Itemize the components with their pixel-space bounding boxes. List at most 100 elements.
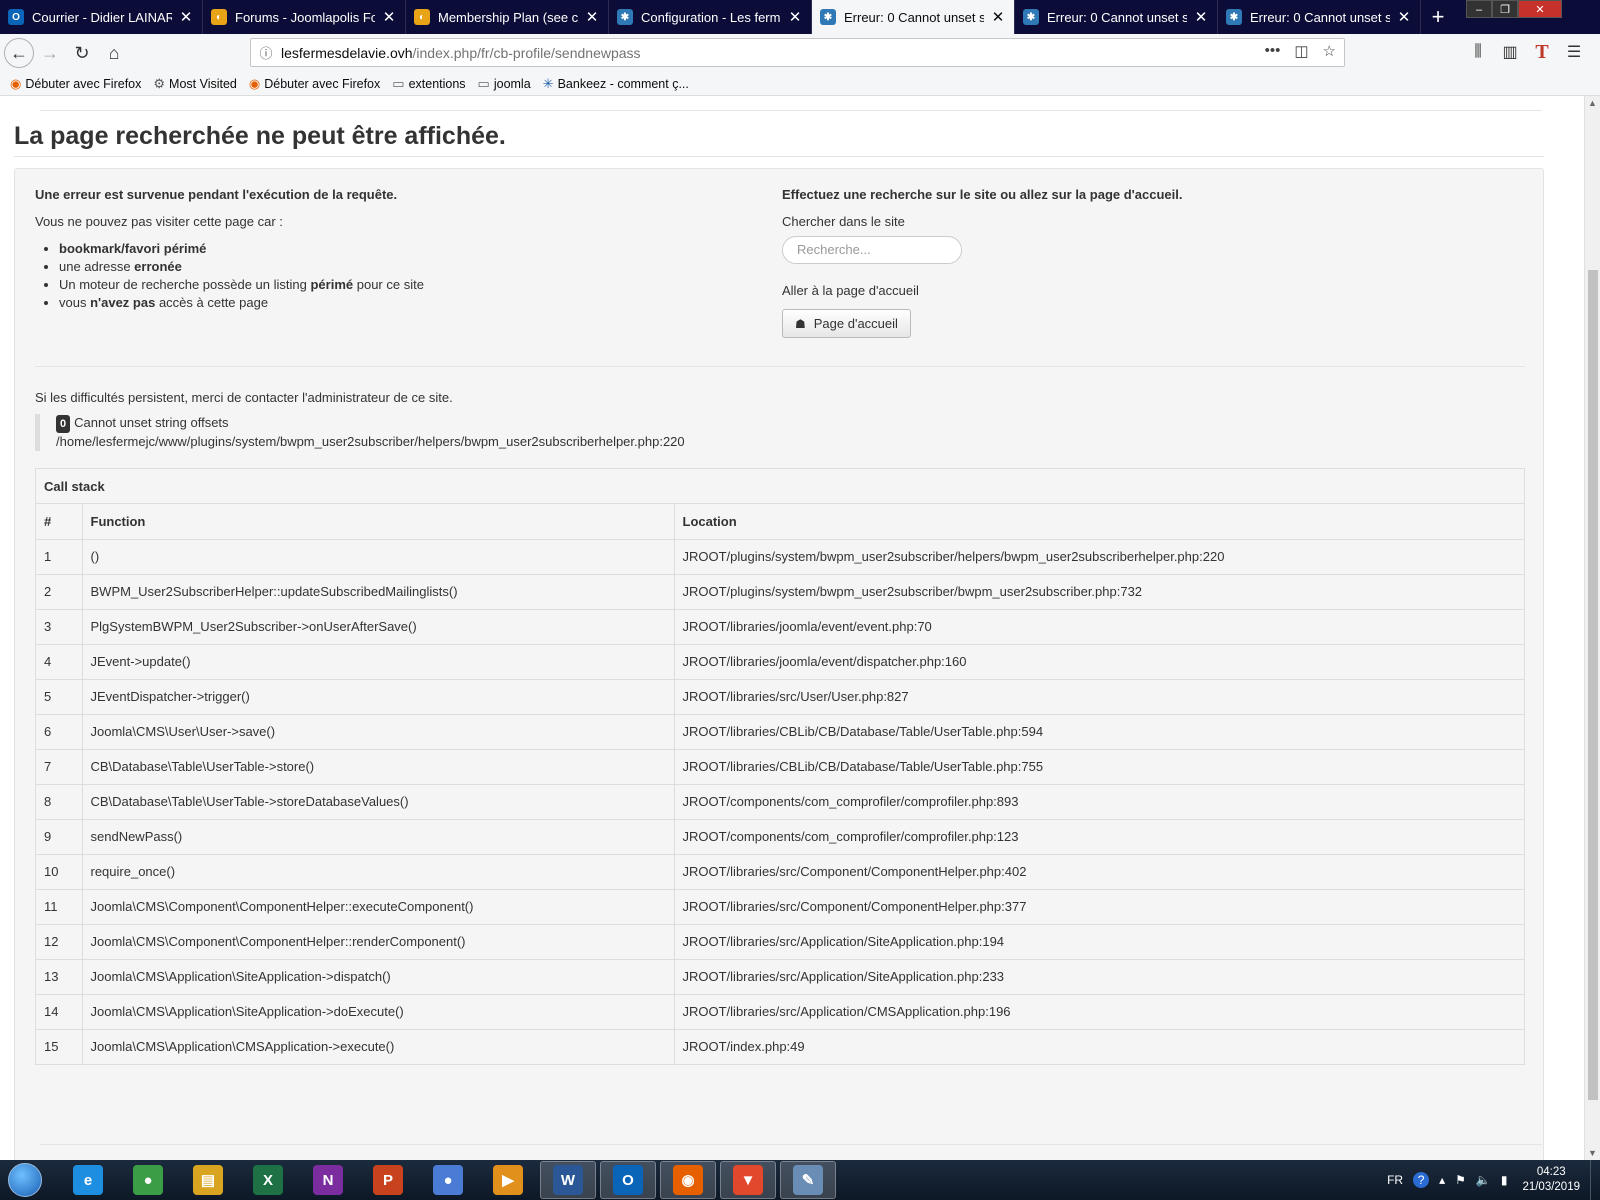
bookmark-item[interactable]: ⚙ Most Visited — [153, 76, 237, 92]
scrollbar[interactable]: ▲ ▼ — [1584, 96, 1600, 1160]
minimize-icon[interactable]: – — [1466, 0, 1492, 18]
start-button[interactable] — [0, 1160, 50, 1200]
folder-icon: ▭ — [392, 75, 405, 91]
clock[interactable]: 04:23 21/03/2019 — [1522, 1165, 1580, 1195]
new-tab-icon[interactable]: + — [1421, 0, 1455, 34]
search-input[interactable]: Recherche... — [782, 236, 962, 264]
home-page-button[interactable]: ☗ Page d'accueil — [782, 309, 911, 338]
taskbar-app[interactable]: N — [300, 1161, 356, 1199]
cell-location: JROOT/libraries/src/Component/ComponentH… — [674, 854, 1524, 890]
persist-message: Si les difficultés persistent, merci de … — [35, 390, 453, 405]
error-quote: 0 Cannot unset string offsets /home/lesfe… — [35, 414, 935, 451]
reason-bold: n'avez pas — [90, 295, 156, 310]
bookmark-item[interactable]: ▭ joomla — [478, 76, 531, 92]
bookmark-star-icon[interactable]: ☆ — [1323, 42, 1336, 60]
show-desktop-button[interactable] — [1590, 1160, 1600, 1200]
page-actions-icon[interactable]: ••• — [1265, 42, 1281, 60]
browser-tab[interactable]: ✱ Erreur: 0 Cannot unset strin ✕ — [812, 0, 1015, 34]
close-tab-icon[interactable]: ✕ — [178, 8, 194, 26]
close-tab-icon[interactable]: ✕ — [990, 8, 1006, 26]
bookmark-item[interactable]: ◉ Débuter avec Firefox — [10, 76, 141, 92]
browser-tab[interactable]: ✱ Configuration - Les fermes ✕ — [609, 0, 812, 34]
extension-t-icon[interactable]: T — [1526, 36, 1558, 68]
pocket-icon[interactable]: ◫ — [1294, 42, 1308, 60]
outlook-icon: O — [613, 1165, 643, 1195]
network-icon[interactable]: ▮ — [1501, 1173, 1508, 1187]
brave-icon: ▼ — [733, 1165, 763, 1195]
cell-location: JROOT/libraries/joomla/event/dispatcher.… — [674, 644, 1524, 680]
restore-icon[interactable]: ❐ — [1492, 0, 1518, 18]
info-icon[interactable]: ⓘ — [251, 43, 281, 62]
taskbar-app[interactable]: P — [360, 1161, 416, 1199]
joomlapolis-icon: ◐ — [414, 9, 430, 25]
error-heading: Une erreur est survenue pendant l'exécut… — [35, 187, 398, 202]
bookmark-item[interactable]: ✳ Bankeez - comment ç... — [543, 76, 689, 92]
cell-index: 14 — [36, 994, 83, 1030]
close-tab-icon[interactable]: ✕ — [584, 8, 600, 26]
column-header-location: Location — [674, 504, 1524, 540]
page-content: La page recherchée ne peut être affichée… — [0, 96, 1584, 1160]
bookmark-item[interactable]: ▭ extentions — [392, 76, 465, 92]
nav-toolbar: ← → ↻ ⌂ ⓘ lesfermesdelavie.ovh/index.php… — [0, 34, 1600, 72]
url-bar[interactable]: ⓘ lesfermesdelavie.ovh/index.php/fr/cb-p… — [250, 38, 1345, 67]
cell-function: Joomla\CMS\Component\ComponentHelper::re… — [82, 924, 675, 960]
scroll-down-icon[interactable]: ▼ — [1588, 1148, 1597, 1158]
library-icon[interactable]: ⫼ — [1462, 36, 1494, 68]
back-icon[interactable]: ← — [4, 38, 34, 68]
bankeez-icon: ✳ — [542, 75, 554, 91]
table-row: 5 JEventDispatcher->trigger() JROOT/librar… — [36, 679, 1524, 715]
error-intro: Vous ne pouvez pas visiter cette page ca… — [35, 214, 283, 229]
table-row: 13 Joomla\CMS\Application\SiteApplication… — [36, 959, 1524, 995]
taskbar-app[interactable]: ✎ — [780, 1161, 836, 1199]
table-row: 15 Joomla\CMS\Application\CMSApplication-… — [36, 1029, 1524, 1064]
sidebar-icon[interactable]: ▥ — [1494, 36, 1526, 68]
taskbar-app[interactable]: ▶ — [480, 1161, 536, 1199]
help-icon[interactable]: ? — [1413, 1172, 1430, 1188]
taskbar-app[interactable]: O — [600, 1161, 656, 1199]
cell-location: JROOT/index.php:49 — [682, 1039, 805, 1055]
taskbar-app[interactable]: X — [240, 1161, 296, 1199]
search-heading: Effectuez une recherche sur le site ou a… — [782, 187, 1183, 202]
reason-item: Un moteur de recherche possède un listin… — [59, 276, 735, 294]
cell-function: CB\Database\Table\UserTable->store() — [82, 749, 675, 785]
cell-index: 6 — [36, 714, 83, 750]
browser-tab[interactable]: ◐ Membership Plan (see com ✕ — [406, 0, 609, 34]
reason-bold: bookmark/favori périmé — [59, 241, 207, 256]
volume-icon[interactable]: 🔈 — [1476, 1173, 1491, 1187]
browser-tab[interactable]: ✱ Erreur: 0 Cannot unset strin ✕ — [1218, 0, 1421, 34]
bookmark-item[interactable]: ◉ Débuter avec Firefox — [249, 76, 380, 92]
forward-icon[interactable]: → — [34, 37, 66, 69]
tray-chevron-icon[interactable]: ▴ — [1439, 1173, 1445, 1187]
browser-tab[interactable]: O Courrier - Didier LAINARD ✕ — [0, 0, 203, 34]
cell-function: BWPM_User2SubscriberHelper::updateSubscr… — [82, 574, 675, 610]
browser-tab[interactable]: ◐ Forums - Joomlapolis Foru ✕ — [203, 0, 406, 34]
taskbar-app[interactable]: ◉ — [660, 1161, 716, 1199]
menu-icon[interactable]: ☰ — [1558, 36, 1590, 68]
action-center-icon[interactable]: ⚑ — [1455, 1173, 1466, 1187]
taskbar-app[interactable]: ▼ — [720, 1161, 776, 1199]
home-label: Aller à la page d'accueil — [782, 283, 919, 298]
taskbar-app[interactable]: ▤ — [180, 1161, 236, 1199]
cell-location: JROOT/components/com_comprofiler/comprof… — [674, 819, 1524, 855]
scroll-up-icon[interactable]: ▲ — [1588, 98, 1597, 108]
tab-title: Erreur: 0 Cannot unset strin — [844, 9, 984, 25]
taskbar-app[interactable]: ● — [420, 1161, 476, 1199]
taskbar-app[interactable]: e — [60, 1161, 116, 1199]
close-tab-icon[interactable]: ✕ — [1193, 8, 1209, 26]
page-title: La page recherchée ne peut être affichée… — [14, 122, 506, 150]
table-row: 1() JROOT/plugins/system/bwpm_user2subscr… — [36, 539, 1524, 575]
table-row: 8 CB\Database\Table\UserTable->storeDatab… — [36, 784, 1524, 820]
error-panel: Une erreur est survenue pendant l'exécut… — [14, 168, 1544, 1160]
browser-tab[interactable]: ✱ Erreur: 0 Cannot unset strin ✕ — [1015, 0, 1218, 34]
chrome-icon: ● — [133, 1165, 163, 1195]
close-window-icon[interactable]: ✕ — [1518, 0, 1562, 18]
close-tab-icon[interactable]: ✕ — [1396, 8, 1412, 26]
scrollbar-thumb[interactable] — [1588, 270, 1598, 1100]
close-tab-icon[interactable]: ✕ — [787, 8, 803, 26]
close-tab-icon[interactable]: ✕ — [381, 8, 397, 26]
taskbar-app[interactable]: ● — [120, 1161, 176, 1199]
reload-icon[interactable]: ↻ — [66, 37, 98, 69]
taskbar-app[interactable]: W — [540, 1161, 596, 1199]
language-indicator[interactable]: FR — [1387, 1173, 1403, 1187]
home-icon[interactable]: ⌂ — [98, 37, 130, 69]
